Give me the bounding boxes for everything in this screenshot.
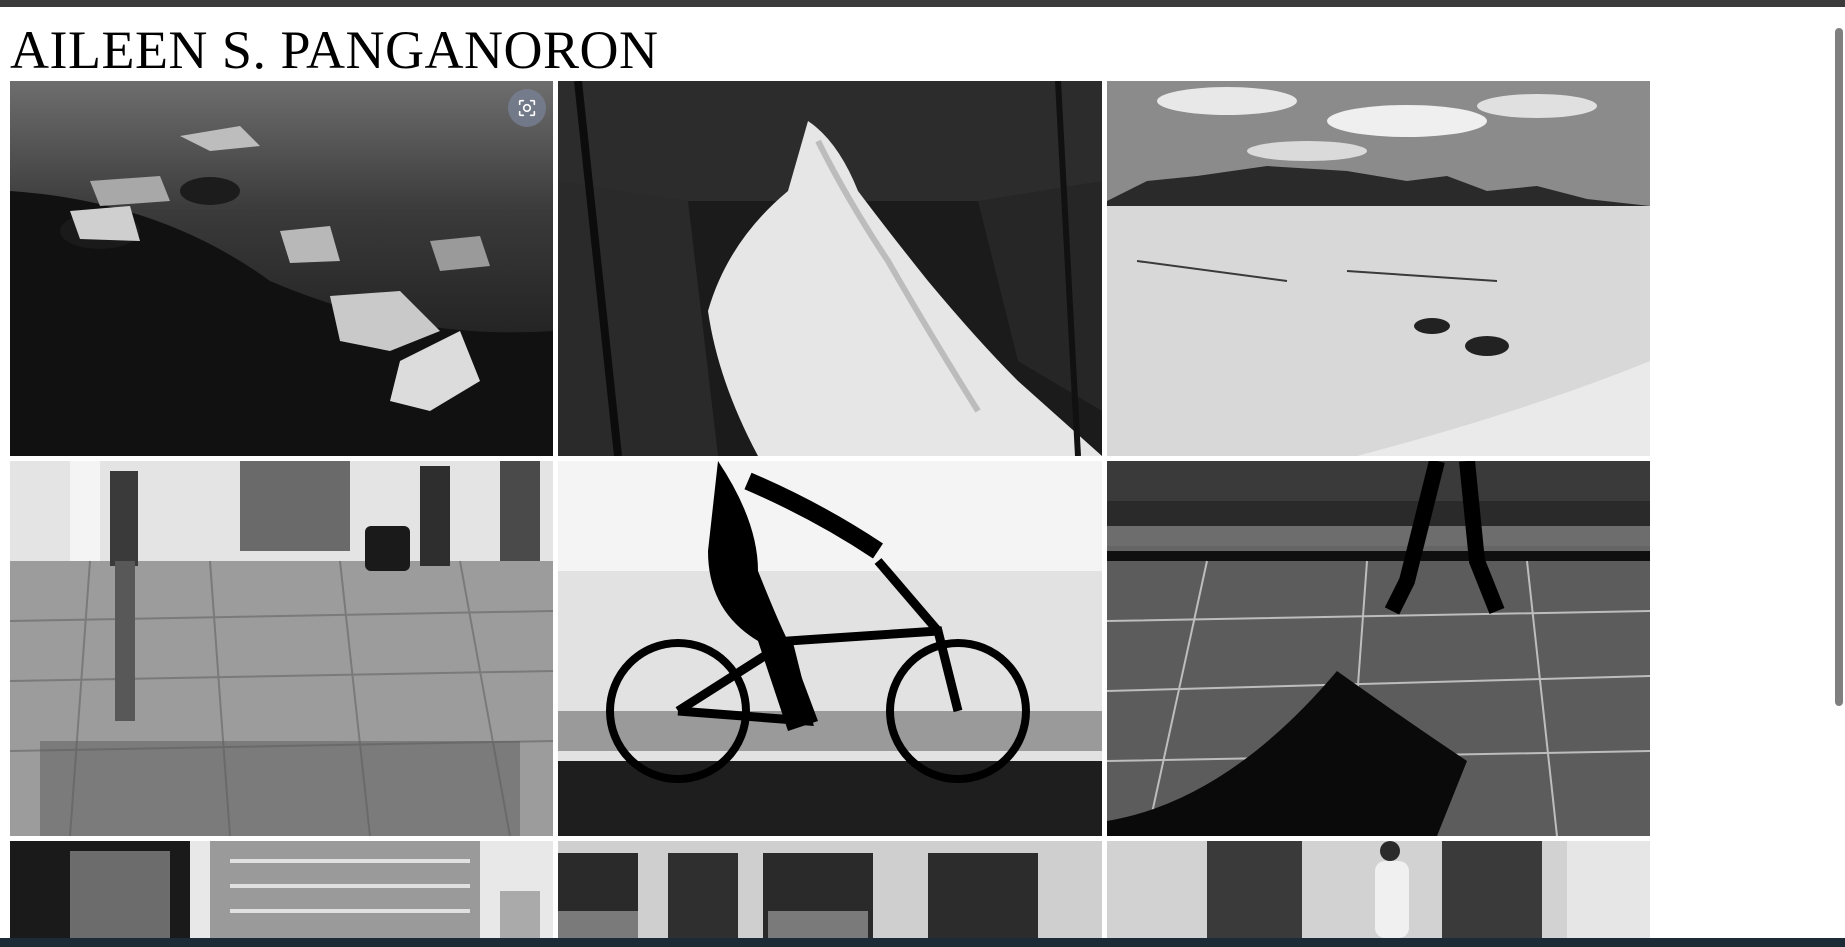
browser-top-bar xyxy=(0,0,1845,7)
photo-storefront[interactable] xyxy=(558,841,1102,938)
photo-ice-shore[interactable] xyxy=(10,81,553,456)
browser-bottom-bar xyxy=(0,938,1845,947)
photo-chair-buildings[interactable] xyxy=(10,841,553,938)
photo-desert[interactable] xyxy=(1107,81,1650,456)
scrollbar-thumb[interactable] xyxy=(1835,28,1843,706)
visual-search-icon xyxy=(518,99,536,117)
photo-man-walking[interactable] xyxy=(1107,841,1650,938)
photo-waterfall[interactable] xyxy=(558,81,1102,456)
page-title: AILEEN S. PANGANORON xyxy=(10,20,659,80)
photo-shadow-walker[interactable] xyxy=(1107,461,1650,836)
visual-search-button[interactable] xyxy=(508,89,546,127)
photo-gallery xyxy=(10,81,1650,938)
photo-cyclist[interactable] xyxy=(558,461,1102,836)
photo-airport-travelers[interactable] xyxy=(10,461,553,836)
